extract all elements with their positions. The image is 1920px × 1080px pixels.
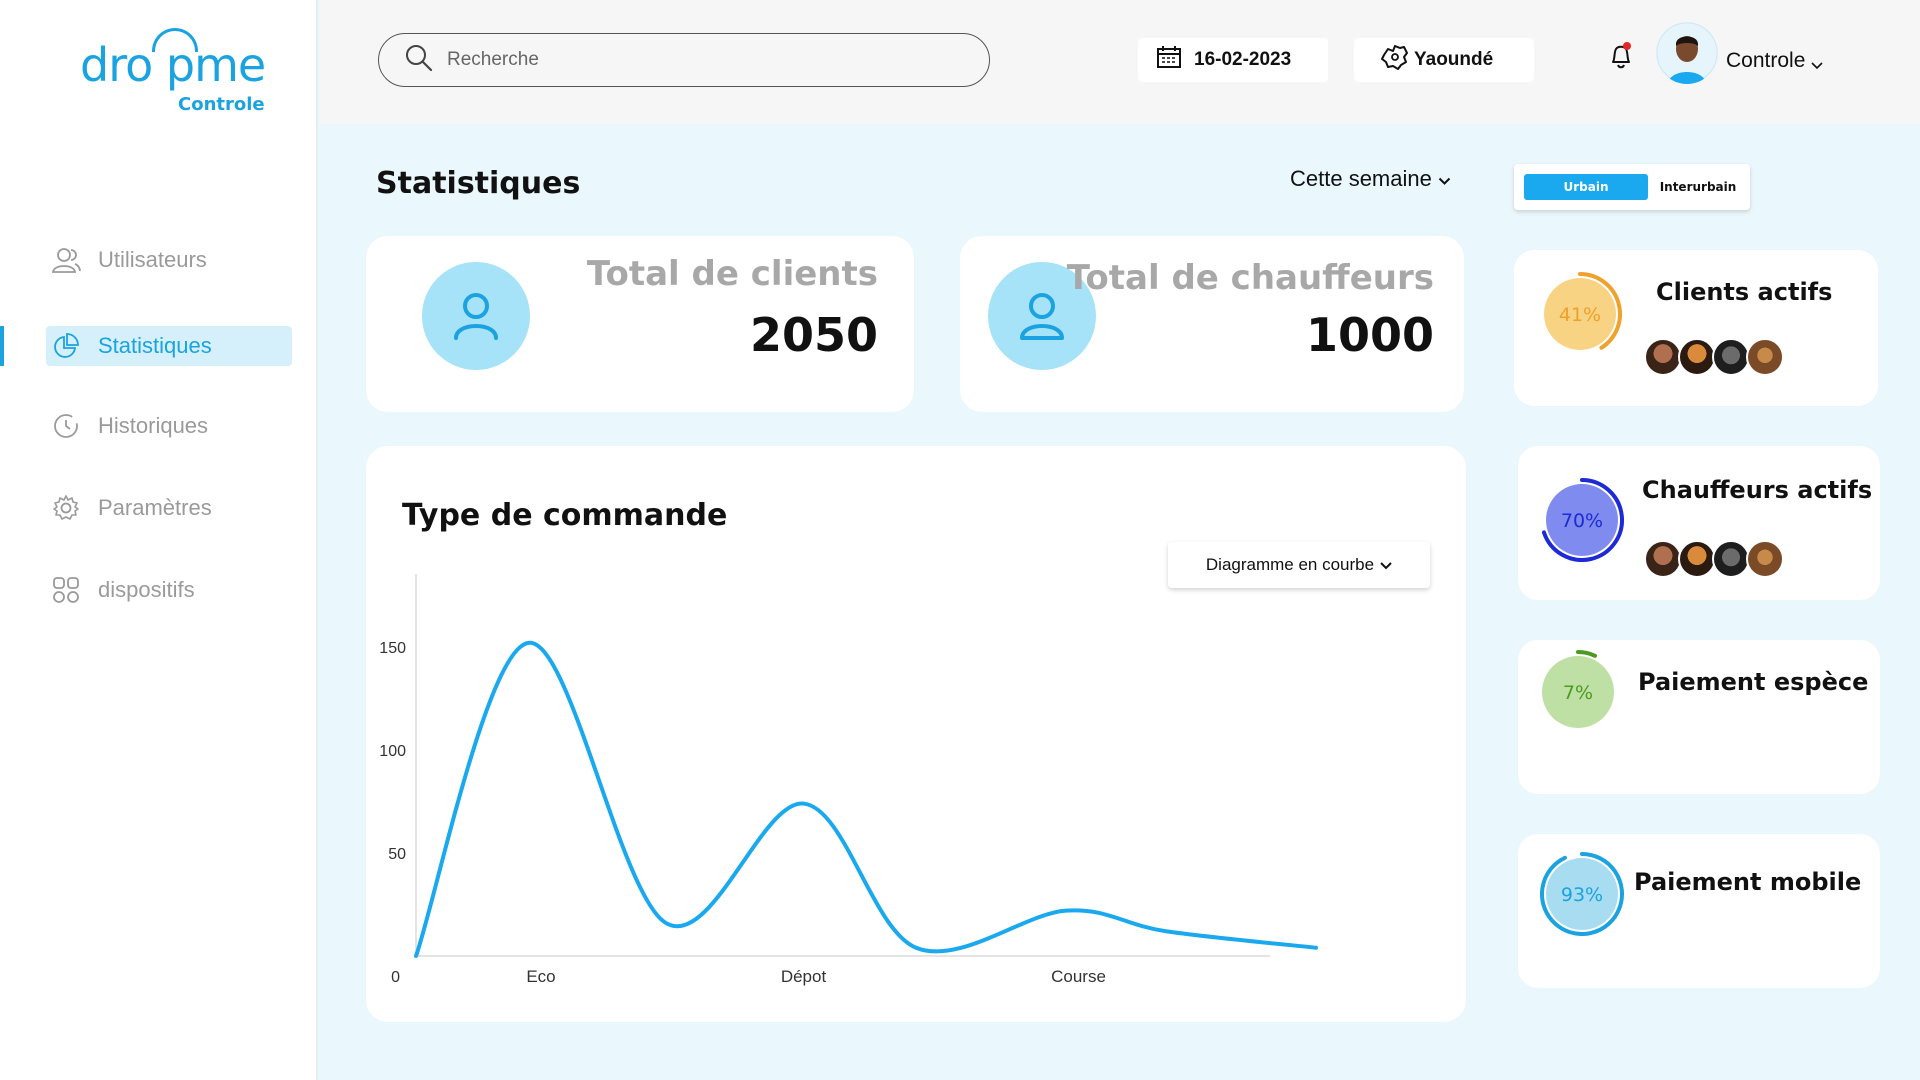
logo-sub-text: Controle xyxy=(178,94,265,115)
active-nav-indicator xyxy=(0,326,4,366)
top-header: 16-02-2023 Yaoundé Controle xyxy=(320,0,1920,124)
sidebar-item-label: Utilisateurs xyxy=(98,247,207,272)
sidebar-item-historiques[interactable]: Historiques xyxy=(46,406,292,446)
stat-value: 2050 xyxy=(749,308,878,362)
sidebar-item-dispositifs[interactable]: dispositifs xyxy=(46,570,292,610)
line-chart: 0 50 100 150 Eco Dépot Course xyxy=(379,574,1318,986)
sidebar-item-label: dispositifs xyxy=(98,577,195,602)
stat-label: Total de clients xyxy=(586,254,878,294)
side-card-paiement-espece: 7% Paiement espèce xyxy=(1518,640,1880,794)
y-tick-label: 50 xyxy=(388,846,406,863)
series-line xyxy=(414,640,1318,958)
map-region-icon xyxy=(1380,43,1410,77)
avatar xyxy=(1644,540,1682,578)
avatar xyxy=(1678,338,1716,376)
avatar xyxy=(1712,338,1750,376)
users-icon xyxy=(50,244,82,276)
date-chip[interactable]: 16-02-2023 xyxy=(1138,38,1328,82)
sidebar-item-label: Paramètres xyxy=(98,495,212,520)
calendar-icon xyxy=(1156,45,1182,75)
y-tick-label: 150 xyxy=(379,640,406,657)
y-tick-label: 100 xyxy=(379,743,406,760)
toggle-urbain[interactable]: Urbain xyxy=(1524,174,1648,200)
page-title: Statistiques xyxy=(376,166,581,201)
stat-card-chauffeurs: Total de chauffeurs 1000 xyxy=(960,236,1464,412)
sidebar-item-label: Statistiques xyxy=(98,333,212,358)
user-avatar[interactable] xyxy=(1656,22,1718,84)
toggle-interurbain[interactable]: Interurbain xyxy=(1648,174,1748,200)
ring-percent: 41% xyxy=(1559,304,1601,326)
avatar-group xyxy=(1644,540,1784,578)
ring-percent: 70% xyxy=(1561,510,1603,532)
side-card-paiement-mobile: 93% Paiement mobile xyxy=(1518,834,1880,988)
chevron-down-icon xyxy=(1811,52,1823,76)
grid-icon xyxy=(50,574,82,606)
app-logo[interactable]: dro pme Controle xyxy=(80,22,270,122)
sidebar-item-label: Historiques xyxy=(98,413,209,438)
user-icon xyxy=(422,262,530,370)
avatar xyxy=(1644,338,1682,376)
y-tick-label: 0 xyxy=(391,969,400,986)
history-icon xyxy=(50,410,82,442)
search-input[interactable] xyxy=(447,49,967,71)
transport-toggle: Urbain Interurbain xyxy=(1514,164,1750,210)
chart-card: Type de commande Diagramme en courbe 0 50… xyxy=(366,446,1466,1022)
avatar xyxy=(1746,338,1784,376)
x-tick-label: Dépot xyxy=(781,967,827,986)
city-text: Yaoundé xyxy=(1414,49,1494,70)
search-icon xyxy=(405,44,433,76)
avatar xyxy=(1746,540,1784,578)
avatar xyxy=(1712,540,1750,578)
x-tick-label: Course xyxy=(1051,967,1106,986)
user-menu[interactable]: Controle xyxy=(1726,46,1823,76)
period-text: Cette semaine xyxy=(1290,166,1432,191)
ring-percent: 7% xyxy=(1563,682,1593,704)
sidebar-item-utilisateurs[interactable]: Utilisateurs xyxy=(46,240,292,280)
side-card-title: Paiement mobile xyxy=(1634,868,1862,896)
x-tick-label: Eco xyxy=(526,967,555,986)
stat-card-clients: Total de clients 2050 xyxy=(366,236,914,412)
stat-value: 1000 xyxy=(1305,308,1434,362)
progress-ring: 41% xyxy=(1538,272,1622,360)
avatar-group xyxy=(1644,338,1784,376)
date-text: 16-02-2023 xyxy=(1194,49,1292,70)
user-name-text: Controle xyxy=(1726,49,1806,72)
ring-percent: 93% xyxy=(1561,884,1603,906)
avatar xyxy=(1678,540,1716,578)
progress-ring: 70% xyxy=(1540,478,1624,566)
city-chip[interactable]: Yaoundé xyxy=(1354,38,1534,82)
sidebar-item-statistiques[interactable]: Statistiques xyxy=(46,326,292,366)
side-card-title: Paiement espèce xyxy=(1638,668,1869,696)
sidebar: dro pme Controle Utilisateurs Statistiqu… xyxy=(0,0,318,1080)
search-bar[interactable] xyxy=(378,33,990,87)
bell-icon[interactable] xyxy=(1606,40,1636,72)
logo-main-text: dro pme xyxy=(80,38,266,92)
side-card-clients-actifs: 41% Clients actifs xyxy=(1514,250,1878,406)
side-card-chauffeurs-actifs: 70% Chauffeurs actifs xyxy=(1518,446,1880,600)
pie-chart-icon xyxy=(50,330,82,362)
period-select[interactable]: Cette semaine xyxy=(1290,166,1451,192)
stat-label: Total de chauffeurs xyxy=(1066,258,1434,298)
sidebar-item-parametres[interactable]: Paramètres xyxy=(46,488,292,528)
progress-ring: 93% xyxy=(1540,852,1624,940)
ring-arc xyxy=(1576,650,1598,658)
chevron-down-icon xyxy=(1438,166,1451,192)
progress-ring: 7% xyxy=(1536,650,1620,738)
side-card-title: Clients actifs xyxy=(1656,278,1833,306)
side-card-title: Chauffeurs actifs xyxy=(1642,476,1873,504)
gear-icon xyxy=(50,492,82,524)
